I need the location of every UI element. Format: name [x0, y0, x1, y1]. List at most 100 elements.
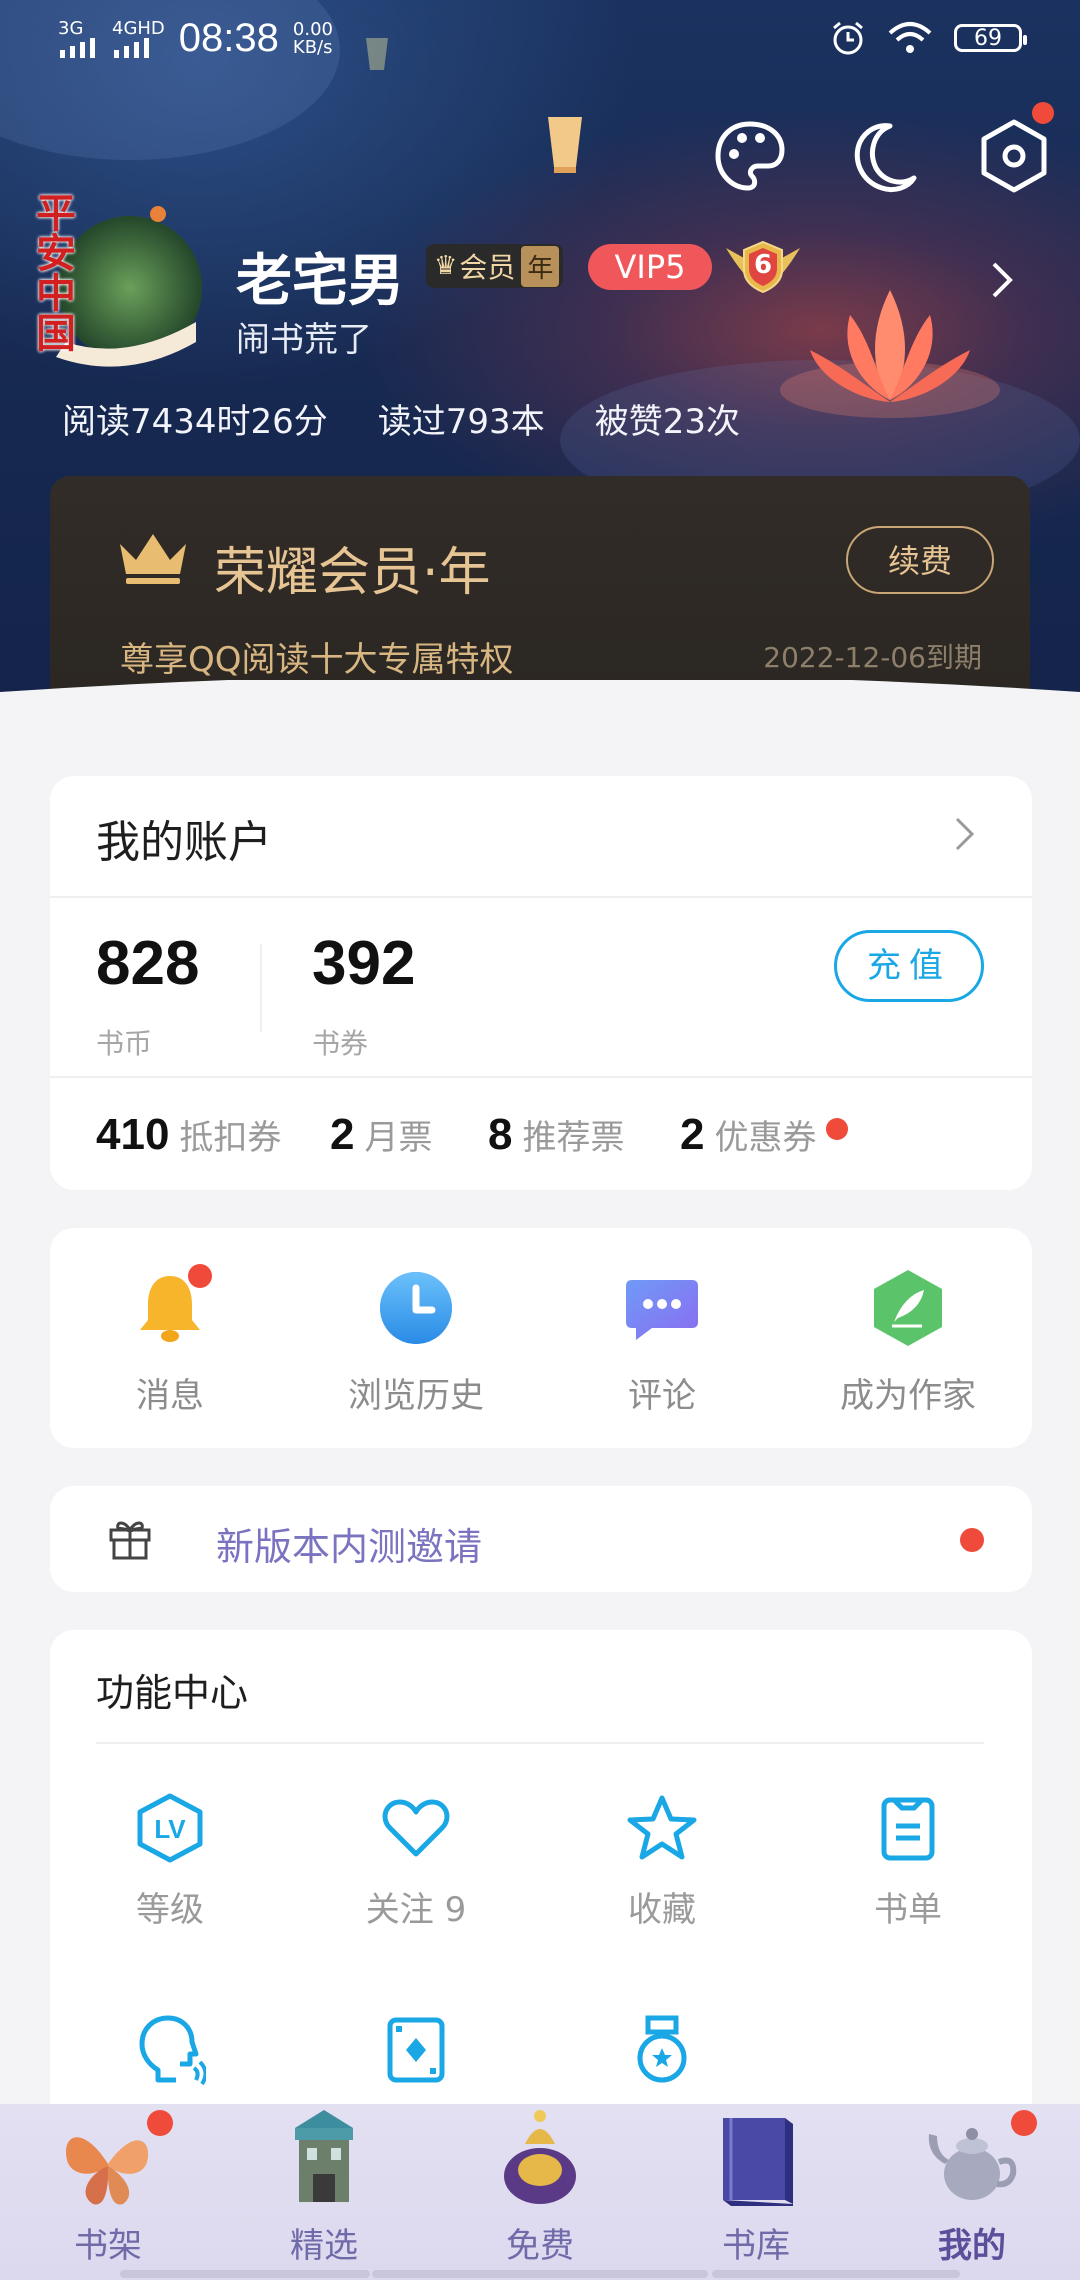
ticket-label: 优惠券: [714, 1118, 817, 1158]
vip-badge[interactable]: VIP5: [588, 244, 712, 290]
function-center-title: 功能中心: [96, 1671, 249, 1715]
ticket-count: 2: [330, 1110, 355, 1159]
function-follow[interactable]: 关注 9: [316, 1792, 516, 1931]
renew-button[interactable]: 续费: [846, 526, 994, 594]
ticket-count: 2: [680, 1110, 705, 1159]
ticket-recommend[interactable]: 8 推荐票: [488, 1110, 624, 1160]
invite-badge: [960, 1528, 984, 1552]
ticket-coupon[interactable]: 2 优惠券: [680, 1110, 816, 1160]
moon-icon[interactable]: [846, 118, 922, 194]
ticket-count: 8: [488, 1110, 513, 1159]
svg-text:LV: LV: [154, 1814, 186, 1844]
recharge-button[interactable]: 充值: [834, 930, 984, 1002]
function-favorites[interactable]: 收藏: [562, 1792, 762, 1931]
crown-icon: ♛: [434, 251, 458, 281]
ticket-deduction[interactable]: 410 抵扣券: [96, 1110, 281, 1160]
comment-icon: [622, 1268, 702, 1348]
nav-library[interactable]: 书库: [676, 2104, 836, 2267]
settings-icon[interactable]: [976, 118, 1052, 194]
function-card[interactable]: [316, 2014, 516, 2086]
function-medal[interactable]: [562, 2014, 762, 2086]
account-title[interactable]: 我的账户: [96, 806, 272, 870]
nav-label: 精选: [290, 2226, 358, 2266]
quick-label: 浏览历史: [348, 1376, 484, 1416]
vouchers-label: 书券: [312, 1027, 369, 1060]
invite-card[interactable]: [50, 1486, 1032, 1592]
nav-label: 书库: [722, 2226, 790, 2266]
palette-icon[interactable]: [712, 118, 788, 194]
settings-badge: [1032, 102, 1054, 124]
stat-reading-time: 阅读7434时26分: [62, 402, 328, 442]
divider: [96, 1742, 984, 1744]
divider: [50, 1076, 1032, 1078]
lotus-icon: [780, 290, 1000, 418]
quick-become-writer[interactable]: 成为作家: [808, 1268, 1008, 1417]
quick-comments[interactable]: 评论: [562, 1268, 762, 1417]
ticket-monthly[interactable]: 2 月票: [330, 1110, 432, 1160]
bag-icon: [485, 2104, 595, 2214]
ticket-label: 月票: [364, 1118, 433, 1158]
quick-messages[interactable]: 消息: [70, 1264, 270, 1417]
nav-free[interactable]: 免费: [460, 2104, 620, 2267]
level-badge[interactable]: 6: [724, 238, 802, 294]
quick-label: 评论: [628, 1376, 696, 1416]
voice-icon: [134, 2014, 208, 2086]
crown-icon: [120, 534, 186, 584]
status-bar: 3G 4GHD 08:38 0.00 KB/s 69: [0, 0, 1080, 80]
heart-icon: [380, 1792, 452, 1864]
stat-books-read: 读过793本: [377, 402, 545, 442]
ticket-count: 410: [96, 1110, 170, 1159]
lantern-icon: [548, 117, 582, 173]
function-level[interactable]: LV 等级: [70, 1792, 270, 1931]
butterfly-icon: [53, 2104, 173, 2214]
quick-history[interactable]: 浏览历史: [316, 1268, 516, 1417]
net-speed: 0.00 KB/s: [292, 18, 333, 58]
star-icon: [626, 1792, 698, 1864]
nav-mine[interactable]: 我的: [892, 2104, 1052, 2267]
reading-stats: 阅读7434时26分 读过793本 被赞23次: [62, 394, 740, 443]
card-icon: [380, 2014, 452, 2086]
battery-level: 69: [974, 25, 1002, 51]
chevron-right-icon[interactable]: [990, 260, 1014, 300]
chevron-right-icon[interactable]: [954, 816, 976, 852]
net-speed-value: 0.00: [292, 18, 333, 40]
user-signature: 闹书荒了: [236, 320, 372, 360]
avatar[interactable]: 平安中国: [26, 192, 206, 372]
invite-text[interactable]: 新版本内测邀请: [216, 1516, 482, 1571]
nav-featured[interactable]: 精选: [244, 2104, 404, 2267]
vip-card-title: 荣耀会员·年: [214, 543, 491, 603]
home-indicator: [372, 2270, 708, 2278]
clock-icon: [376, 1268, 456, 1348]
home-indicator: [712, 2270, 960, 2278]
nav-label: 书架: [74, 2226, 142, 2266]
quick-label: 成为作家: [840, 1376, 976, 1416]
ticket-label: 抵扣券: [179, 1118, 282, 1158]
nav-label: 我的: [938, 2226, 1006, 2266]
function-booklist[interactable]: 书单: [808, 1792, 1008, 1931]
coupon-badge: [826, 1118, 848, 1140]
header-curve: [0, 680, 1080, 760]
teapot-icon: [917, 2104, 1037, 2214]
battery-icon: 69: [954, 24, 1027, 52]
gift-icon: [109, 1521, 151, 1560]
network-label: 4GHD: [112, 17, 165, 39]
user-name[interactable]: 老宅男: [236, 236, 404, 317]
member-badge[interactable]: ♛ 会员 年: [426, 244, 564, 288]
wifi-icon: [888, 22, 932, 53]
signal-icon: 4GHD: [112, 17, 165, 58]
alarm-icon: [833, 21, 863, 55]
net-speed-unit: KB/s: [292, 36, 333, 58]
clock: 08:38: [178, 16, 279, 60]
function-label: 等级: [136, 1890, 204, 1930]
level-number: 6: [753, 250, 773, 280]
coins-value[interactable]: 828: [96, 928, 199, 999]
medal-icon: [626, 2014, 698, 2086]
coins-label: 书币: [96, 1027, 153, 1060]
member-year-label: 年: [521, 245, 560, 287]
function-voice[interactable]: [70, 2014, 270, 2086]
vouchers-value[interactable]: 392: [312, 928, 415, 999]
network-label: 3G: [58, 17, 84, 39]
quill-icon: [868, 1268, 948, 1348]
quick-label: 消息: [136, 1376, 204, 1416]
nav-bookshelf[interactable]: 书架: [28, 2104, 188, 2267]
